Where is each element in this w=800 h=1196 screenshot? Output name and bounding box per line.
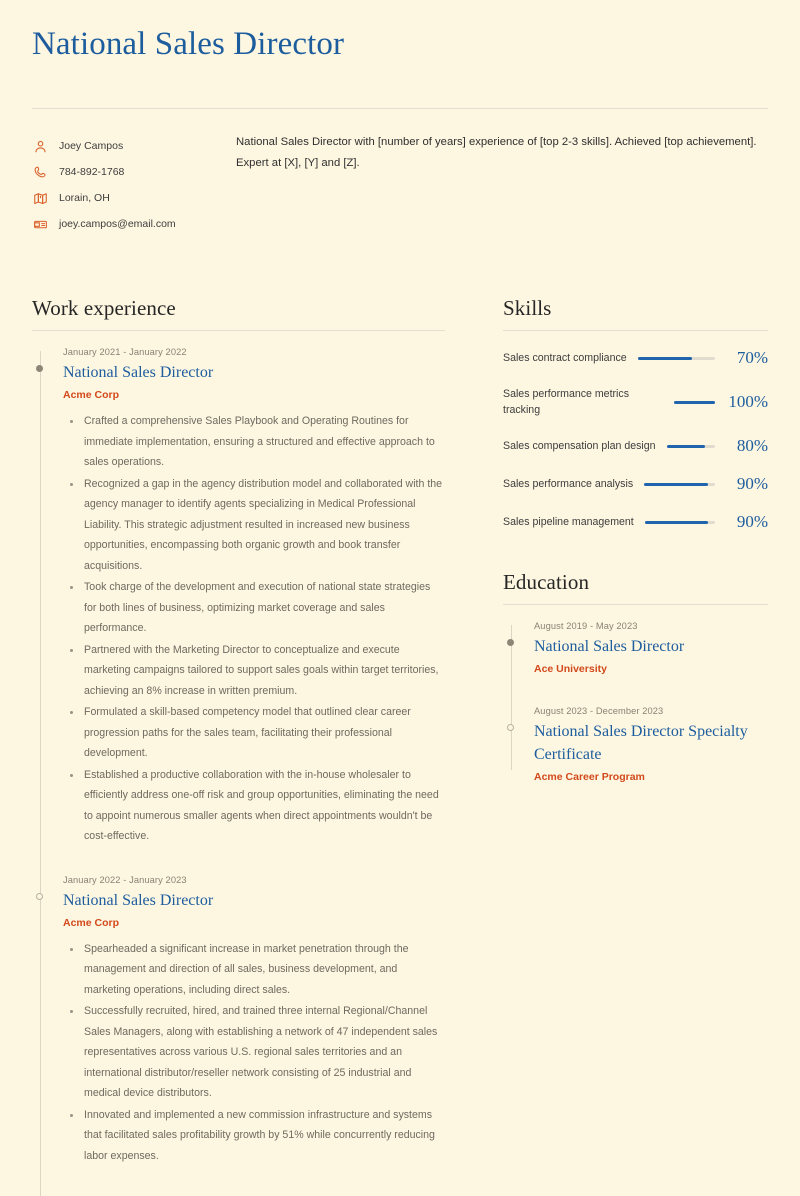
skill-label: Sales performance metrics tracking (503, 388, 629, 416)
entry-bullet-list: Spearheaded a significant increase in ma… (63, 939, 445, 1167)
work-experience-heading: Work experience (32, 296, 176, 320)
entry-organization: Acme Corp (63, 916, 120, 929)
skill-label: Sales contract compliance (503, 352, 627, 364)
education-heading: Education (503, 570, 590, 594)
skill-row: Sales compensation plan design 80% (503, 436, 768, 456)
contact-item-email: joey.campos@email.com (32, 211, 204, 237)
contact-phone-text: 784-892-1768 (59, 166, 125, 178)
entry-bullet: Recognized a gap in the agency distribut… (63, 474, 445, 577)
entry-bullet: Took charge of the development and execu… (63, 577, 445, 639)
entry-bullet: Crafted a comprehensive Sales Playbook a… (63, 411, 445, 473)
resume-page: National Sales Director Joey Campos 784-… (0, 0, 800, 1196)
map-icon (32, 190, 49, 207)
mailbox-icon (32, 216, 49, 233)
summary-text: National Sales Director with [number of … (236, 136, 757, 169)
entry-bullet: Innovated and implemented a new commissi… (63, 1105, 445, 1167)
header-divider (32, 108, 768, 109)
work-experience-divider (32, 330, 445, 331)
entry-bullet: Formulated a skill-based competency mode… (63, 702, 445, 764)
skills-list: Sales contract compliance 70% Sales perf… (503, 348, 768, 532)
skill-fill (637, 356, 692, 360)
skill-percent: 90% (736, 512, 768, 531)
entry-date: August 2023 - December 2023 (534, 706, 664, 716)
contact-name-text: Joey Campos (59, 140, 124, 152)
skill-percent: 70% (736, 348, 768, 367)
person-icon (32, 138, 49, 155)
timeline-dot-filled-icon (36, 365, 43, 372)
skill-label: Sales performance analysis (503, 478, 634, 490)
entry-date: August 2019 - May 2023 (534, 621, 638, 631)
skill-fill (644, 482, 708, 486)
education-timeline: August 2019 - May 2023 National Sales Di… (503, 619, 768, 786)
timeline-dot-hollow-icon (507, 724, 514, 731)
skills-divider (503, 330, 768, 331)
work-experience-entry: January 2022 - January 2023 National Sal… (36, 873, 445, 1167)
resume-body: Work experience January 2021 - January 2… (32, 294, 768, 1196)
entry-degree: National Sales Director Specialty Certif… (534, 723, 748, 763)
contact-item-name: Joey Campos (32, 133, 204, 159)
skills-section: Skills Sales contract compliance 70% Sal… (503, 294, 768, 532)
entry-bullet-list: Crafted a comprehensive Sales Playbook a… (63, 411, 445, 847)
phone-icon (32, 164, 49, 181)
education-entry: August 2019 - May 2023 National Sales Di… (507, 619, 768, 678)
entry-bullet: Partnered with the Marketing Director to… (63, 640, 445, 702)
entry-bullet: Spearheaded a significant increase in ma… (63, 939, 445, 1001)
contact-location-text: Lorain, OH (59, 192, 110, 204)
resume-header: National Sales Director (32, 0, 768, 109)
entry-degree: National Sales Director (534, 638, 685, 655)
skill-progress-bar (666, 444, 715, 448)
timeline-dot-hollow-icon (36, 892, 43, 900)
education-section: Education August 2019 - May 2023 Nationa… (503, 568, 768, 786)
entry-organization: Ace University (534, 663, 607, 675)
skill-fill (666, 444, 706, 448)
work-experience-section: Work experience January 2021 - January 2… (32, 294, 445, 1196)
skill-label: Sales compensation plan design (503, 440, 656, 452)
skill-progress-bar (644, 520, 715, 524)
skill-fill (644, 520, 708, 524)
entry-role: National Sales Director (63, 364, 214, 381)
contact-list: Joey Campos 784-892-1768 Lorain, OH joey… (32, 131, 204, 237)
education-entry: August 2023 - December 2023 National Sal… (507, 704, 768, 786)
skill-row: Sales performance metrics tracking 100% (503, 386, 768, 418)
entry-organization: Acme Career Program (534, 771, 645, 783)
skill-fill (674, 400, 715, 404)
skill-progress-bar (644, 482, 715, 486)
entry-date: January 2022 - January 2023 (63, 874, 187, 885)
skill-row: Sales pipeline management 90% (503, 512, 768, 532)
summary-block: National Sales Director with [number of … (204, 131, 768, 237)
skill-row: Sales contract compliance 70% (503, 348, 768, 368)
skill-percent: 100% (728, 392, 768, 411)
skill-label: Sales pipeline management (503, 516, 634, 528)
contact-item-phone: 784-892-1768 (32, 159, 204, 185)
timeline-dot-filled-icon (507, 639, 514, 646)
entry-bullet: Established a productive collaboration w… (63, 765, 445, 847)
timeline-line (40, 351, 41, 1196)
contact-email-text: joey.campos@email.com (59, 218, 176, 230)
education-divider (503, 604, 768, 605)
entry-bullet: Successfully recruited, hired, and train… (63, 1001, 445, 1104)
skills-heading: Skills (503, 296, 552, 320)
skill-percent: 80% (736, 436, 768, 455)
entry-role: National Sales Director (63, 891, 214, 909)
page-title: National Sales Director (32, 26, 345, 62)
skill-row: Sales performance analysis 90% (503, 474, 768, 494)
entry-date: January 2021 - January 2022 (63, 347, 187, 357)
skill-progress-bar (637, 356, 715, 360)
work-experience-entry: January 2021 - January 2022 National Sal… (36, 345, 445, 847)
timeline-line (511, 625, 512, 770)
skill-percent: 90% (736, 474, 768, 493)
work-experience-timeline: January 2021 - January 2022 National Sal… (32, 345, 445, 1196)
skill-progress-bar (674, 400, 715, 404)
entry-organization: Acme Corp (63, 389, 120, 401)
contact-item-location: Lorain, OH (32, 185, 204, 211)
sidebar-sections: Skills Sales contract compliance 70% Sal… (445, 294, 768, 1167)
contact-summary-row: Joey Campos 784-892-1768 Lorain, OH joey… (32, 131, 768, 237)
